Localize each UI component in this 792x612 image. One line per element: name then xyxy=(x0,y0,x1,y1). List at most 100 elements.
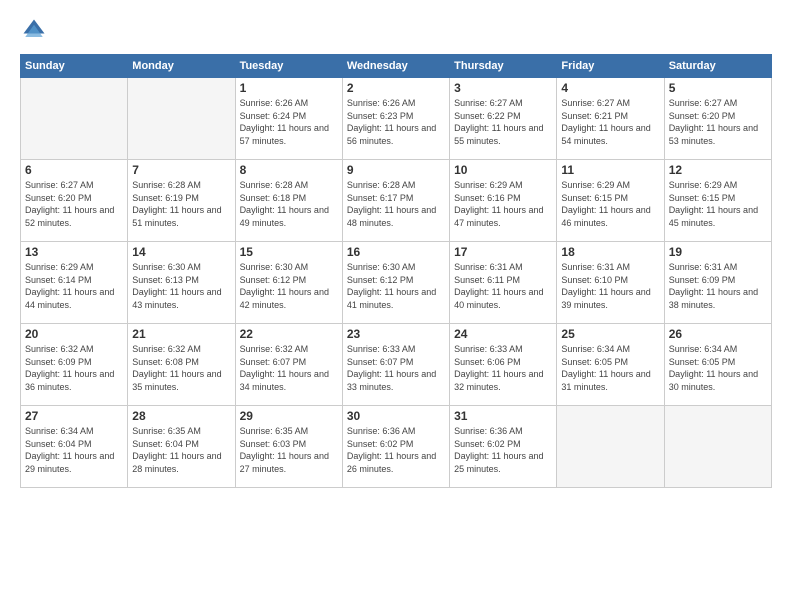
day-number: 25 xyxy=(561,327,659,341)
day-cell: 21 Sunrise: 6:32 AMSunset: 6:08 PMDayligh… xyxy=(128,324,235,406)
day-cell: 13Sunrise: 6:29 AMSunset: 6:14 PMDayligh… xyxy=(21,242,128,324)
day-info: Sunrise: 6:30 AMSunset: 6:12 PMDaylight:… xyxy=(347,261,445,311)
day-cell: 17 Sunrise: 6:31 AMSunset: 6:11 PMDayligh… xyxy=(450,242,557,324)
header-row: SundayMondayTuesdayWednesdayThursdayFrid… xyxy=(21,55,772,78)
day-cell: 8 Sunrise: 6:28 AMSunset: 6:18 PMDaylight… xyxy=(235,160,342,242)
day-info: Sunrise: 6:31 AMSunset: 6:11 PMDaylight:… xyxy=(454,261,552,311)
day-number: 24 xyxy=(454,327,552,341)
day-info: Sunrise: 6:29 AMSunset: 6:16 PMDaylight:… xyxy=(454,179,552,229)
day-cell: 11 Sunrise: 6:29 AMSunset: 6:15 PMDayligh… xyxy=(557,160,664,242)
day-cell: 23 Sunrise: 6:33 AMSunset: 6:07 PMDayligh… xyxy=(342,324,449,406)
day-cell: 22 Sunrise: 6:32 AMSunset: 6:07 PMDayligh… xyxy=(235,324,342,406)
day-info: Sunrise: 6:28 AMSunset: 6:19 PMDaylight:… xyxy=(132,179,230,229)
day-info: Sunrise: 6:34 AMSunset: 6:04 PMDaylight:… xyxy=(25,425,123,475)
header-day-wednesday: Wednesday xyxy=(342,55,449,78)
header xyxy=(20,16,772,44)
day-info: Sunrise: 6:28 AMSunset: 6:18 PMDaylight:… xyxy=(240,179,338,229)
day-cell xyxy=(128,78,235,160)
day-cell: 3 Sunrise: 6:27 AMSunset: 6:22 PMDaylight… xyxy=(450,78,557,160)
day-cell: 27 Sunrise: 6:34 AMSunset: 6:04 PMDayligh… xyxy=(21,406,128,488)
day-info: Sunrise: 6:28 AMSunset: 6:17 PMDaylight:… xyxy=(347,179,445,229)
day-number: 11 xyxy=(561,163,659,177)
day-info: Sunrise: 6:36 AMSunset: 6:02 PMDaylight:… xyxy=(454,425,552,475)
header-day-sunday: Sunday xyxy=(21,55,128,78)
day-info: Sunrise: 6:32 AMSunset: 6:07 PMDaylight:… xyxy=(240,343,338,393)
day-info: Sunrise: 6:29 AMSunset: 6:15 PMDaylight:… xyxy=(669,179,767,229)
week-row-4: 20 Sunrise: 6:32 AMSunset: 6:09 PMDayligh… xyxy=(21,324,772,406)
day-number: 28 xyxy=(132,409,230,423)
day-number: 6 xyxy=(25,163,123,177)
day-number: 29 xyxy=(240,409,338,423)
day-number: 10 xyxy=(454,163,552,177)
day-number: 21 xyxy=(132,327,230,341)
header-day-friday: Friday xyxy=(557,55,664,78)
day-number: 27 xyxy=(25,409,123,423)
day-number: 26 xyxy=(669,327,767,341)
logo-icon xyxy=(20,16,48,44)
day-cell: 14 Sunrise: 6:30 AMSunset: 6:13 PMDayligh… xyxy=(128,242,235,324)
day-number: 22 xyxy=(240,327,338,341)
calendar-body: 1Sunrise: 6:26 AMSunset: 6:24 PMDaylight… xyxy=(21,78,772,488)
day-info: Sunrise: 6:35 AMSunset: 6:04 PMDaylight:… xyxy=(132,425,230,475)
day-cell: 30Sunrise: 6:36 AMSunset: 6:02 PMDayligh… xyxy=(342,406,449,488)
week-row-1: 1Sunrise: 6:26 AMSunset: 6:24 PMDaylight… xyxy=(21,78,772,160)
day-cell: 28 Sunrise: 6:35 AMSunset: 6:04 PMDayligh… xyxy=(128,406,235,488)
day-info: Sunrise: 6:30 AMSunset: 6:13 PMDaylight:… xyxy=(132,261,230,311)
day-number: 18 xyxy=(561,245,659,259)
day-info: Sunrise: 6:27 AMSunset: 6:20 PMDaylight:… xyxy=(669,97,767,147)
day-info: Sunrise: 6:33 AMSunset: 6:06 PMDaylight:… xyxy=(454,343,552,393)
day-number: 31 xyxy=(454,409,552,423)
day-cell: 20 Sunrise: 6:32 AMSunset: 6:09 PMDayligh… xyxy=(21,324,128,406)
day-cell: 9 Sunrise: 6:28 AMSunset: 6:17 PMDaylight… xyxy=(342,160,449,242)
day-number: 7 xyxy=(132,163,230,177)
day-cell xyxy=(664,406,771,488)
day-cell: 25 Sunrise: 6:34 AMSunset: 6:05 PMDayligh… xyxy=(557,324,664,406)
day-info: Sunrise: 6:33 AMSunset: 6:07 PMDaylight:… xyxy=(347,343,445,393)
day-cell: 29 Sunrise: 6:35 AMSunset: 6:03 PMDayligh… xyxy=(235,406,342,488)
day-number: 17 xyxy=(454,245,552,259)
day-cell: 5 Sunrise: 6:27 AMSunset: 6:20 PMDaylight… xyxy=(664,78,771,160)
day-number: 2 xyxy=(347,81,445,95)
day-cell: 10 Sunrise: 6:29 AMSunset: 6:16 PMDayligh… xyxy=(450,160,557,242)
week-row-3: 13Sunrise: 6:29 AMSunset: 6:14 PMDayligh… xyxy=(21,242,772,324)
page: SundayMondayTuesdayWednesdayThursdayFrid… xyxy=(0,0,792,612)
logo xyxy=(20,16,52,44)
day-info: Sunrise: 6:27 AMSunset: 6:22 PMDaylight:… xyxy=(454,97,552,147)
day-info: Sunrise: 6:26 AMSunset: 6:23 PMDaylight:… xyxy=(347,97,445,147)
day-number: 8 xyxy=(240,163,338,177)
day-cell: 26 Sunrise: 6:34 AMSunset: 6:05 PMDayligh… xyxy=(664,324,771,406)
day-cell: 12 Sunrise: 6:29 AMSunset: 6:15 PMDayligh… xyxy=(664,160,771,242)
calendar-table: SundayMondayTuesdayWednesdayThursdayFrid… xyxy=(20,54,772,488)
day-info: Sunrise: 6:26 AMSunset: 6:24 PMDaylight:… xyxy=(240,97,338,147)
day-number: 19 xyxy=(669,245,767,259)
day-cell: 31 Sunrise: 6:36 AMSunset: 6:02 PMDayligh… xyxy=(450,406,557,488)
day-number: 20 xyxy=(25,327,123,341)
header-day-tuesday: Tuesday xyxy=(235,55,342,78)
day-number: 9 xyxy=(347,163,445,177)
day-cell: 6 Sunrise: 6:27 AMSunset: 6:20 PMDaylight… xyxy=(21,160,128,242)
day-number: 12 xyxy=(669,163,767,177)
day-number: 23 xyxy=(347,327,445,341)
day-info: Sunrise: 6:27 AMSunset: 6:21 PMDaylight:… xyxy=(561,97,659,147)
day-cell: 1Sunrise: 6:26 AMSunset: 6:24 PMDaylight… xyxy=(235,78,342,160)
day-info: Sunrise: 6:35 AMSunset: 6:03 PMDaylight:… xyxy=(240,425,338,475)
day-cell: 24 Sunrise: 6:33 AMSunset: 6:06 PMDayligh… xyxy=(450,324,557,406)
day-info: Sunrise: 6:34 AMSunset: 6:05 PMDaylight:… xyxy=(561,343,659,393)
header-day-monday: Monday xyxy=(128,55,235,78)
day-info: Sunrise: 6:29 AMSunset: 6:15 PMDaylight:… xyxy=(561,179,659,229)
day-info: Sunrise: 6:32 AMSunset: 6:09 PMDaylight:… xyxy=(25,343,123,393)
day-info: Sunrise: 6:34 AMSunset: 6:05 PMDaylight:… xyxy=(669,343,767,393)
day-cell: 16 Sunrise: 6:30 AMSunset: 6:12 PMDayligh… xyxy=(342,242,449,324)
day-info: Sunrise: 6:27 AMSunset: 6:20 PMDaylight:… xyxy=(25,179,123,229)
day-cell: 15Sunrise: 6:30 AMSunset: 6:12 PMDayligh… xyxy=(235,242,342,324)
header-day-thursday: Thursday xyxy=(450,55,557,78)
day-number: 13 xyxy=(25,245,123,259)
day-number: 5 xyxy=(669,81,767,95)
day-number: 14 xyxy=(132,245,230,259)
day-number: 15 xyxy=(240,245,338,259)
day-number: 16 xyxy=(347,245,445,259)
day-number: 3 xyxy=(454,81,552,95)
day-cell: 7 Sunrise: 6:28 AMSunset: 6:19 PMDaylight… xyxy=(128,160,235,242)
week-row-2: 6 Sunrise: 6:27 AMSunset: 6:20 PMDaylight… xyxy=(21,160,772,242)
day-info: Sunrise: 6:32 AMSunset: 6:08 PMDaylight:… xyxy=(132,343,230,393)
